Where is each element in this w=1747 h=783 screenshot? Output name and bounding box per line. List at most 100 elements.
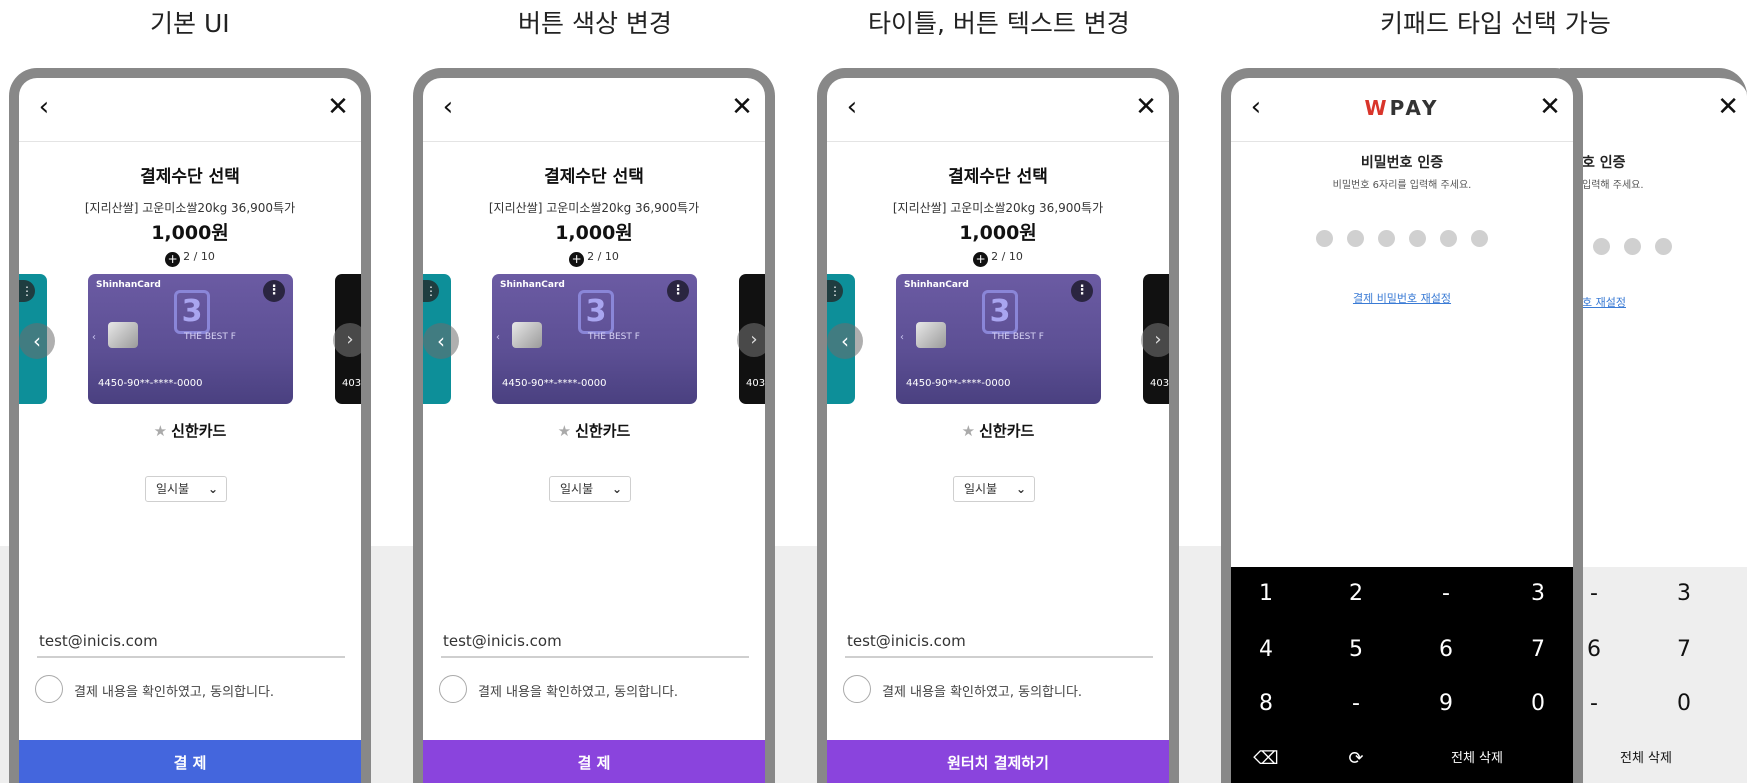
installment-select[interactable]: 일시불 ⌄ — [549, 476, 631, 502]
pin-dot — [1378, 230, 1395, 247]
key[interactable]: 0 — [1654, 677, 1714, 731]
card-menu-icon[interactable]: ⋮ — [827, 280, 843, 302]
star-icon[interactable]: ★ — [154, 422, 167, 440]
pin-subtitle: 입력해 주세요. — [1582, 180, 1644, 191]
card-menu-icon[interactable]: ⋮ — [423, 280, 439, 302]
next-card-button[interactable]: › — [737, 323, 765, 357]
key[interactable]: - — [1401, 567, 1491, 621]
caption-basic: 기본 UI — [150, 9, 230, 38]
pay-button[interactable]: 원터치 결제하기 — [827, 740, 1169, 783]
pin-reset-link[interactable]: 결제 비밀번호 재설정 — [1231, 290, 1573, 306]
phone-keypad-alt: ✕ 호 인증 입력해 주세요. 호 재설정 - 3 6 7 - 0 전체 삭제 — [1560, 68, 1747, 783]
top-bar: ‹ WPAY ✕ — [1231, 78, 1573, 142]
agree-label: 결제 내용을 확인하였고, 동의합니다. — [882, 685, 1083, 700]
back-button[interactable]: ‹ — [29, 92, 59, 122]
installment-value: 일시불 — [964, 482, 998, 496]
star-icon[interactable]: ★ — [962, 422, 975, 440]
back-button[interactable]: ‹ — [433, 92, 463, 122]
prev-card-button[interactable]: ‹ — [19, 323, 55, 359]
pin-subtitle: 비밀번호 6자리를 입력해 주세요. — [1332, 180, 1472, 191]
card-name: ★ 신한카드 — [423, 420, 765, 441]
phone-title-text: ‹ ✕ 결제수단 선택 [지리산쌀] 고운미소쌀20kg 36,900특가 1,… — [817, 68, 1179, 783]
next-card-button[interactable]: › — [333, 323, 361, 357]
installment-select[interactable]: 일시불 ⌄ — [953, 476, 1035, 502]
top-bar: ‹ ✕ — [827, 78, 1169, 142]
add-card-icon[interactable]: + — [973, 252, 989, 267]
key[interactable]: 2 — [1311, 567, 1401, 621]
card-menu-icon[interactable]: ⋮ — [263, 280, 285, 302]
key[interactable]: 8 — [1231, 677, 1311, 731]
card-brand: ShinhanCard — [96, 280, 161, 290]
clear-all-key[interactable]: 전체 삭제 — [1417, 732, 1537, 783]
price: 1,000원 — [959, 222, 1037, 244]
agree-checkbox[interactable] — [843, 675, 871, 703]
key[interactable]: - — [1311, 677, 1401, 731]
card-logo-3: 3 — [578, 290, 614, 334]
card-pager: +2 / 10 — [423, 250, 765, 267]
card-best-label: THE BEST F — [992, 332, 1044, 342]
top-bar: ‹ ✕ — [423, 78, 765, 142]
page-title: 결제수단 선택 — [544, 167, 644, 187]
email-field[interactable]: test@inicis.com — [37, 626, 345, 658]
clear-all-key[interactable]: 전체 삭제 — [1586, 732, 1706, 783]
key[interactable]: 7 — [1654, 623, 1714, 677]
card-menu-icon[interactable]: ⋮ — [667, 280, 689, 302]
chip-icon — [512, 322, 542, 348]
caption-title-text: 타이틀, 버튼 텍스트 변경 — [868, 9, 1130, 38]
next-card-button[interactable]: › — [1141, 323, 1169, 357]
key[interactable]: 9 — [1401, 677, 1491, 731]
installment-select[interactable]: 일시불 ⌄ — [145, 476, 227, 502]
card-number: 403 — [342, 378, 361, 389]
wpay-logo-w: W — [1364, 96, 1390, 120]
card-selected[interactable]: ShinhanCard ⋮ ‹ 3 THE BEST F 4450-90**-*… — [896, 274, 1101, 404]
add-card-icon[interactable]: + — [165, 252, 181, 267]
card-brand: ShinhanCard — [904, 280, 969, 290]
key[interactable]: 3 — [1654, 567, 1714, 621]
back-button[interactable]: ‹ — [837, 92, 867, 122]
add-card-icon[interactable]: + — [569, 252, 585, 267]
pin-title: 비밀번호 인증 — [1360, 155, 1444, 171]
pager-text: 2 / 10 — [991, 250, 1023, 263]
card-selected[interactable]: ShinhanCard ⋮ ‹ 3 THE BEST F 4450-90**-*… — [492, 274, 697, 404]
agree-checkbox[interactable] — [35, 675, 63, 703]
close-button[interactable]: ✕ — [1535, 92, 1565, 122]
card-number: 4450-90**-****-0000 — [502, 378, 607, 389]
pay-button[interactable]: 결 제 — [423, 740, 765, 783]
key[interactable]: 7 — [1493, 623, 1573, 677]
prev-card-button[interactable]: ‹ — [827, 323, 863, 359]
phone-keypad: ‹ WPAY ✕ 비밀번호 인증 비밀번호 6자리를 입력해 주세요. 결제 비… — [1221, 68, 1583, 783]
backspace-icon[interactable]: ⌫ — [1231, 732, 1311, 783]
card-menu-icon[interactable]: ⋮ — [1071, 280, 1093, 302]
card-pager: +2 / 10 — [827, 250, 1169, 267]
top-bar: ‹ ✕ — [19, 78, 361, 142]
close-button[interactable]: ✕ — [727, 92, 757, 122]
card-arrow-icon: ‹ — [92, 332, 96, 343]
email-field[interactable]: test@inicis.com — [441, 626, 749, 658]
card-selected[interactable]: ShinhanCard ⋮ ‹ 3 THE BEST F 4450-90**-*… — [88, 274, 293, 404]
agree-label: 결제 내용을 확인하였고, 동의합니다. — [74, 685, 275, 700]
pay-button[interactable]: 결 제 — [19, 740, 361, 783]
caption-button-color: 버튼 색상 변경 — [518, 9, 672, 38]
key[interactable]: 1 — [1231, 567, 1311, 621]
close-button[interactable]: ✕ — [323, 92, 353, 122]
pager-text: 2 / 10 — [587, 250, 619, 263]
key[interactable]: 4 — [1231, 623, 1311, 677]
key[interactable]: 0 — [1493, 677, 1573, 731]
card-pager: +2 / 10 — [19, 250, 361, 267]
card-menu-icon[interactable]: ⋮ — [19, 280, 35, 302]
email-field[interactable]: test@inicis.com — [845, 626, 1153, 658]
close-button[interactable]: ✕ — [1717, 92, 1739, 122]
close-button[interactable]: ✕ — [1131, 92, 1161, 122]
star-icon[interactable]: ★ — [558, 422, 571, 440]
prev-card-button[interactable]: ‹ — [423, 323, 459, 359]
key[interactable]: 5 — [1311, 623, 1401, 677]
agree-checkbox[interactable] — [439, 675, 467, 703]
card-logo-3: 3 — [174, 290, 210, 334]
pin-reset-link[interactable]: 호 재설정 — [1582, 294, 1626, 310]
phone-basic: ‹ ✕ 결제수단 선택 [지리산쌀] 고운미소쌀20kg 36,900특가 1,… — [9, 68, 371, 783]
shuffle-icon[interactable]: ⟳ — [1311, 732, 1401, 783]
key[interactable]: 3 — [1493, 567, 1573, 621]
key[interactable]: 6 — [1401, 623, 1491, 677]
card-arrow-icon: ‹ — [496, 332, 500, 343]
chevron-down-icon: ⌄ — [611, 482, 622, 496]
